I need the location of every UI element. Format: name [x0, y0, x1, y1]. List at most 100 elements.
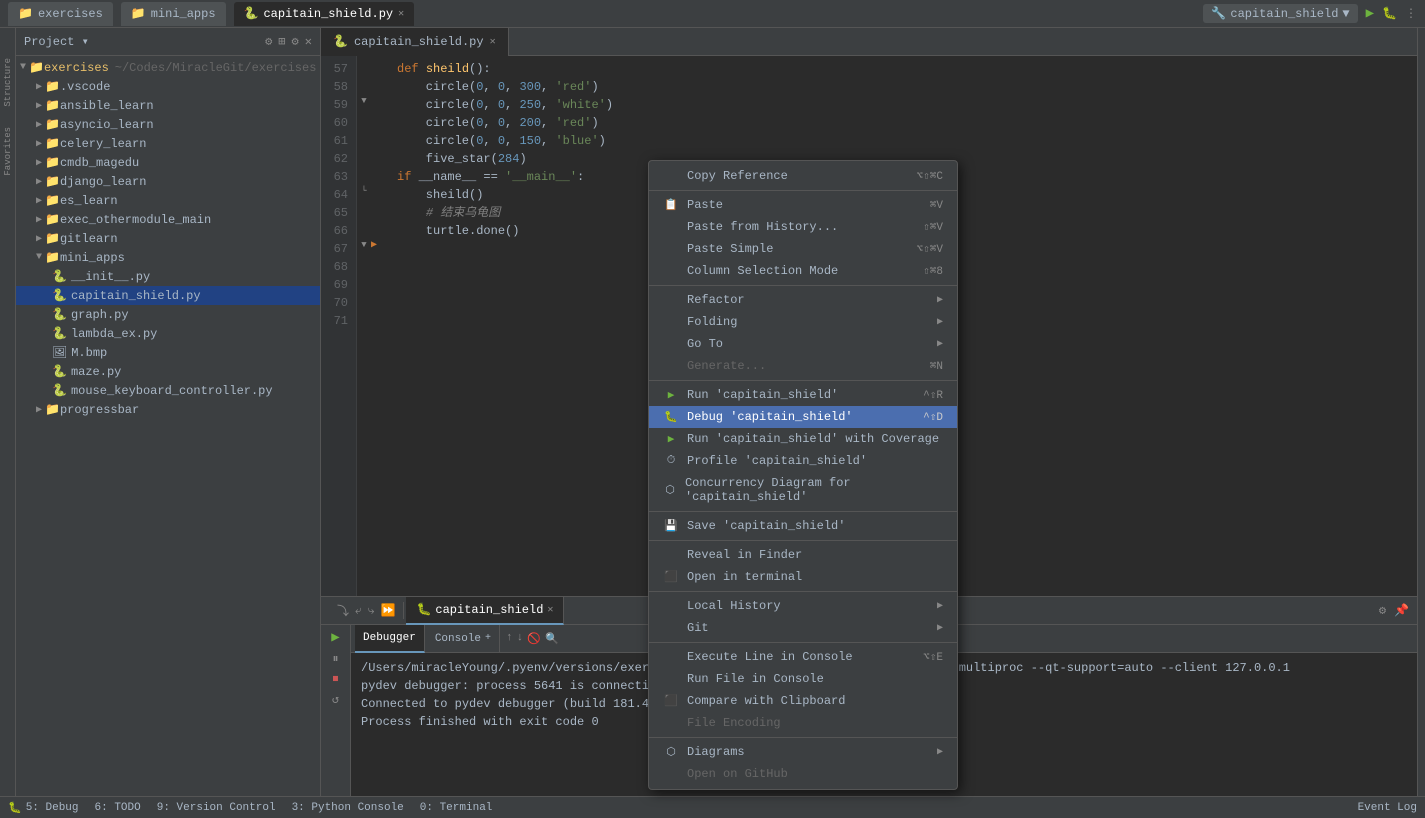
- close-tab-icon[interactable]: ✕: [398, 8, 404, 20]
- project-label[interactable]: Project ▾: [24, 35, 89, 49]
- tree-root[interactable]: ▼ 📁 exercises ~/Codes/MiracleGit/exercis…: [16, 58, 320, 77]
- menu-execute-line[interactable]: Execute Line in Console ⌥⇧E: [649, 646, 957, 668]
- add-console-icon[interactable]: +: [485, 633, 491, 644]
- tree-cmdb[interactable]: ▶ 📁 cmdb_magedu: [16, 153, 320, 172]
- debug-step-into[interactable]: ⤶: [355, 604, 362, 618]
- menu-reveal-finder[interactable]: Reveal in Finder: [649, 544, 957, 566]
- debug-icon: 🐛: [416, 602, 431, 617]
- menu-folding[interactable]: Folding ▶: [649, 311, 957, 333]
- tree-maze[interactable]: 🐍 maze.py: [16, 362, 320, 381]
- file-tree: ▼ 📁 exercises ~/Codes/MiracleGit/exercis…: [16, 56, 320, 796]
- status-terminal[interactable]: 0: Terminal: [420, 802, 493, 814]
- tab-mini-apps[interactable]: 📁 mini_apps: [121, 2, 226, 26]
- menu-run[interactable]: ▶ Run 'capitain_shield' ^⇧R: [649, 384, 957, 406]
- close-debug-tab[interactable]: ✕: [547, 604, 553, 616]
- menu-paste[interactable]: 📋 Paste ⌘V: [649, 194, 957, 216]
- tab-exercises[interactable]: 📁 exercises: [8, 2, 113, 26]
- tab-capitain-shield[interactable]: 🐍 capitain_shield.py ✕: [234, 2, 415, 26]
- close-sidebar-icon[interactable]: ✕: [305, 34, 312, 49]
- tree-django[interactable]: ▶ 📁 django_learn: [16, 172, 320, 191]
- expand-icon[interactable]: ⊞: [278, 34, 285, 49]
- status-python-console[interactable]: 3: Python Console: [292, 802, 404, 814]
- folder-icon-celery: 📁: [45, 136, 60, 151]
- run-menu-icon: ▶: [663, 388, 679, 402]
- menu-compare-clipboard[interactable]: ⬛ Compare with Clipboard: [649, 690, 957, 712]
- tab-console[interactable]: Console +: [427, 625, 500, 653]
- menu-diagrams[interactable]: ⬡ Diagrams ▶: [649, 741, 957, 763]
- settings-bottom-icon[interactable]: ⚙: [1379, 603, 1386, 618]
- tree-es[interactable]: ▶ 📁 es_learn: [16, 191, 320, 210]
- right-scrollbar[interactable]: [1417, 28, 1425, 796]
- run-button[interactable]: ▶: [1366, 5, 1374, 22]
- filter-icon[interactable]: 🔍: [545, 632, 559, 646]
- code-line-61: circle(0, 0, 250, 'white'): [397, 96, 1405, 114]
- menu-run-file-console[interactable]: Run File in Console: [649, 668, 957, 690]
- tree-celery[interactable]: ▶ 📁 celery_learn: [16, 134, 320, 153]
- tree-lambda[interactable]: 🐍 lambda_ex.py: [16, 324, 320, 343]
- folder-icon-exec: 📁: [45, 212, 60, 227]
- settings-icon[interactable]: ⚙: [265, 34, 272, 49]
- tree-graph[interactable]: 🐍 graph.py: [16, 305, 320, 324]
- menu-local-history[interactable]: Local History ▶: [649, 595, 957, 617]
- menu-save[interactable]: 💾 Save 'capitain_shield': [649, 515, 957, 537]
- menu-open-terminal[interactable]: ⬛ Open in terminal: [649, 566, 957, 588]
- tree-vscode[interactable]: ▶ 📁 .vscode: [16, 77, 320, 96]
- tree-ansible[interactable]: ▶ 📁 ansible_learn: [16, 96, 320, 115]
- menu-paste-simple[interactable]: Paste Simple ⌥⇧⌘V: [649, 238, 957, 260]
- menu-goto[interactable]: Go To ▶: [649, 333, 957, 355]
- debug-pause-icon[interactable]: ⏸: [332, 652, 338, 666]
- debug-step-out[interactable]: ⤷: [368, 604, 375, 618]
- project-selector[interactable]: 🔧 capitain_shield ▼: [1203, 4, 1357, 23]
- more-options[interactable]: ⋮: [1405, 6, 1417, 21]
- up-icon[interactable]: ↑: [506, 632, 513, 646]
- menu-profile[interactable]: ⏱ Profile 'capitain_shield': [649, 450, 957, 472]
- menu-concurrency[interactable]: ⬡ Concurrency Diagram for 'capitain_shie…: [649, 472, 957, 508]
- menu-refactor[interactable]: Refactor ▶: [649, 289, 957, 311]
- tree-exec[interactable]: ▶ 📁 exec_othermodule_main: [16, 210, 320, 229]
- debug-button[interactable]: 🐛: [1382, 6, 1397, 21]
- status-event-log[interactable]: Event Log: [1358, 802, 1417, 814]
- close-editor-tab-icon[interactable]: ✕: [490, 36, 496, 48]
- separator-2: [649, 285, 957, 286]
- debug-rerun-icon[interactable]: ↺: [332, 692, 339, 707]
- console-controls: ↑ ↓ 🚫 🔍: [506, 632, 559, 646]
- left-icon-favorites[interactable]: Favorites: [3, 127, 13, 176]
- code-line-63: circle(0, 0, 150, 'blue'): [397, 132, 1405, 150]
- left-icon-structure[interactable]: Structure: [3, 58, 13, 107]
- debug-stop-icon[interactable]: ⏹: [332, 672, 338, 686]
- tree-mbmp[interactable]: 🖼 M.bmp: [16, 343, 320, 362]
- folder-icon-cmdb: 📁: [45, 155, 60, 170]
- tab-debug[interactable]: 🐛 capitain_shield ✕: [406, 597, 564, 625]
- tree-asyncio[interactable]: ▶ 📁 asyncio_learn: [16, 115, 320, 134]
- folder-icon-progress: 📁: [45, 402, 60, 417]
- debug-resume-icon[interactable]: ▶: [331, 629, 339, 646]
- root-folder-icon: 📁: [29, 60, 44, 75]
- tree-init[interactable]: 🐍 __init__.py: [16, 267, 320, 286]
- tree-capitain[interactable]: 🐍 capitain_shield.py: [16, 286, 320, 305]
- menu-column-selection[interactable]: Column Selection Mode ⇧⌘8: [649, 260, 957, 282]
- folder-icon-vscode: 📁: [45, 79, 60, 94]
- tree-mouse[interactable]: 🐍 mouse_keyboard_controller.py: [16, 381, 320, 400]
- tree-progressbar[interactable]: ▶ 📁 progressbar: [16, 400, 320, 419]
- clear-icon[interactable]: 🚫: [527, 632, 541, 646]
- status-debug[interactable]: 🐛 5: Debug: [8, 801, 79, 815]
- menu-run-coverage[interactable]: ▶ Run 'capitain_shield' with Coverage: [649, 428, 957, 450]
- debug-run-cursor[interactable]: ⏩: [380, 603, 395, 618]
- debug-step-over[interactable]: ⤵: [337, 602, 349, 619]
- gear2-icon[interactable]: ⚙: [292, 34, 299, 49]
- status-vcs[interactable]: 9: Version Control: [157, 802, 276, 814]
- down-icon[interactable]: ↓: [517, 632, 524, 646]
- folder-icon-ansible: 📁: [45, 98, 60, 113]
- menu-copy-reference[interactable]: Copy Reference ⌥⇧⌘C: [649, 165, 957, 187]
- menu-debug[interactable]: 🐛 Debug 'capitain_shield' ^⇧D: [649, 406, 957, 428]
- menu-paste-history[interactable]: Paste from History... ⇧⌘V: [649, 216, 957, 238]
- bottom-panel-icons: ⚙ 📌: [1379, 603, 1409, 618]
- tree-mini-apps[interactable]: ▼ 📁 mini_apps: [16, 248, 320, 267]
- menu-git[interactable]: Git ▶: [649, 617, 957, 639]
- editor-tab-file[interactable]: 🐍 capitain_shield.py ✕: [321, 28, 509, 56]
- tab-debugger[interactable]: Debugger: [355, 625, 425, 653]
- status-todo[interactable]: 6: TODO: [95, 802, 141, 814]
- profile-icon: ⏱: [663, 455, 679, 467]
- pin-icon[interactable]: 📌: [1394, 603, 1409, 618]
- tree-gitlearn[interactable]: ▶ 📁 gitlearn: [16, 229, 320, 248]
